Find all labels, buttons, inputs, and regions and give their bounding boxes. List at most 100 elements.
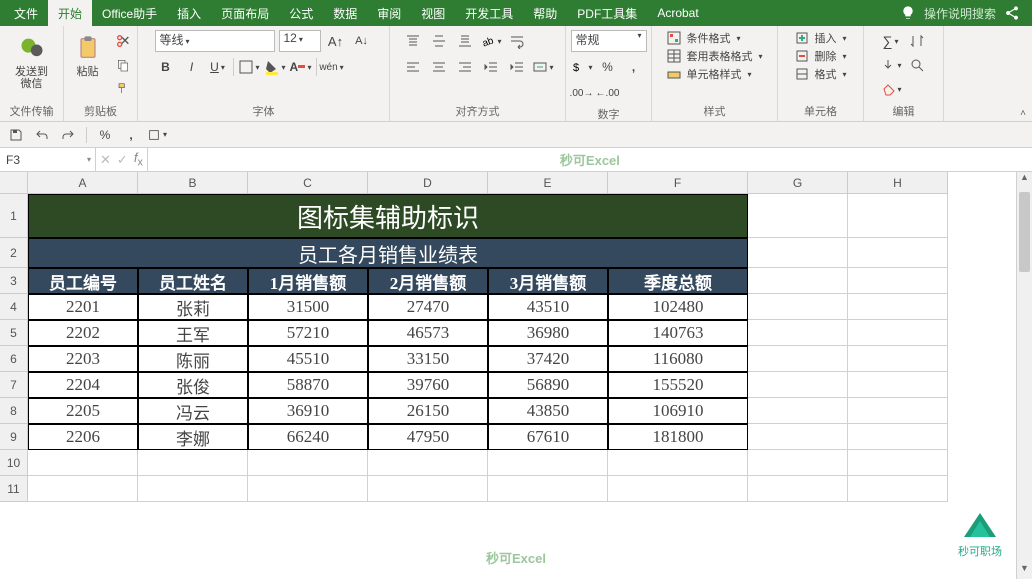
data-r5-c5[interactable]: 106910 — [608, 398, 748, 424]
data-r5-c0[interactable]: 2205 — [28, 398, 138, 424]
cell-F10[interactable] — [608, 450, 748, 476]
data-r1-c0[interactable]: 2201 — [28, 294, 138, 320]
scroll-up-icon[interactable]: ▲ — [1017, 172, 1032, 188]
menu-tab-7[interactable]: 审阅 — [367, 0, 411, 26]
row-header-9[interactable]: 9 — [0, 424, 28, 450]
data-r3-c5[interactable]: 116080 — [608, 346, 748, 372]
data-r5-c2[interactable]: 36910 — [248, 398, 368, 424]
data-r2-c3[interactable]: 46573 — [368, 320, 488, 346]
col-header-F[interactable]: F — [608, 172, 748, 194]
header-5[interactable]: 季度总额 — [608, 268, 748, 294]
enter-formula-icon[interactable]: ✓ — [117, 152, 128, 168]
data-r2-c5[interactable]: 140763 — [608, 320, 748, 346]
col-header-B[interactable]: B — [138, 172, 248, 194]
data-r6-c4[interactable]: 67610 — [488, 424, 608, 450]
menu-tab-12[interactable]: Acrobat — [647, 0, 708, 26]
align-middle-icon[interactable] — [428, 30, 450, 52]
cell-G9[interactable] — [748, 424, 848, 450]
menu-tab-6[interactable]: 数据 — [323, 0, 367, 26]
wrap-text-button[interactable] — [506, 30, 528, 52]
align-left-icon[interactable] — [402, 56, 424, 78]
cell-H2[interactable] — [848, 238, 948, 268]
share-icon[interactable] — [1004, 5, 1020, 21]
data-r1-c2[interactable]: 31500 — [248, 294, 368, 320]
undo-icon[interactable] — [32, 125, 52, 145]
data-r4-c5[interactable]: 155520 — [608, 372, 748, 398]
underline-button[interactable]: U▾ — [207, 56, 229, 78]
cell-H4[interactable] — [848, 294, 948, 320]
cell-E11[interactable] — [488, 476, 608, 502]
cell-H3[interactable] — [848, 268, 948, 294]
qat-comma-icon[interactable]: , — [121, 125, 141, 145]
cell-H8[interactable] — [848, 398, 948, 424]
row-header-7[interactable]: 7 — [0, 372, 28, 398]
fill-color-button[interactable]: ▾ — [264, 56, 286, 78]
percent-button[interactable]: % — [597, 56, 619, 78]
align-top-icon[interactable] — [402, 30, 424, 52]
cell-G11[interactable] — [748, 476, 848, 502]
cell-D11[interactable] — [368, 476, 488, 502]
redo-icon[interactable] — [58, 125, 78, 145]
cell-H1[interactable] — [848, 194, 948, 238]
row-header-10[interactable]: 10 — [0, 450, 28, 476]
row-header-3[interactable]: 3 — [0, 268, 28, 294]
data-r4-c1[interactable]: 张俊 — [138, 372, 248, 398]
data-r6-c1[interactable]: 李娜 — [138, 424, 248, 450]
scroll-thumb[interactable] — [1019, 192, 1030, 272]
conditional-format-button[interactable]: 条件格式▾ — [666, 30, 740, 46]
cut-button[interactable] — [112, 30, 134, 52]
row-header-4[interactable]: 4 — [0, 294, 28, 320]
cell-E10[interactable] — [488, 450, 608, 476]
format-as-table-button[interactable]: 套用表格格式▾ — [666, 48, 762, 64]
cell-D10[interactable] — [368, 450, 488, 476]
row-header-2[interactable]: 2 — [0, 238, 28, 268]
cell-G10[interactable] — [748, 450, 848, 476]
data-r6-c3[interactable]: 47950 — [368, 424, 488, 450]
data-r1-c1[interactable]: 张莉 — [138, 294, 248, 320]
name-box[interactable]: F3 ▾ — [0, 148, 96, 171]
font-color-button[interactable]: A▾ — [290, 56, 312, 78]
cell-B11[interactable] — [138, 476, 248, 502]
data-r2-c1[interactable]: 王军 — [138, 320, 248, 346]
find-select-button[interactable] — [906, 54, 928, 76]
clear-button[interactable]: ▾ — [880, 78, 902, 100]
italic-button[interactable]: I — [181, 56, 203, 78]
formula-input[interactable]: 秒可Excel — [148, 148, 1032, 171]
data-r3-c0[interactable]: 2203 — [28, 346, 138, 372]
menu-tab-3[interactable]: 插入 — [167, 0, 211, 26]
col-header-A[interactable]: A — [28, 172, 138, 194]
cell-G2[interactable] — [748, 238, 848, 268]
data-r3-c4[interactable]: 37420 — [488, 346, 608, 372]
phonetic-button[interactable]: wén▾ — [321, 56, 343, 78]
paste-button[interactable]: 粘贴 — [68, 30, 108, 80]
align-right-icon[interactable] — [454, 56, 476, 78]
data-r3-c2[interactable]: 45510 — [248, 346, 368, 372]
cell-C11[interactable] — [248, 476, 368, 502]
menu-tab-10[interactable]: 帮助 — [523, 0, 567, 26]
data-r2-c2[interactable]: 57210 — [248, 320, 368, 346]
data-r4-c2[interactable]: 58870 — [248, 372, 368, 398]
header-0[interactable]: 员工编号 — [28, 268, 138, 294]
accounting-format-button[interactable]: $▾ — [571, 56, 593, 78]
copy-button[interactable] — [112, 54, 134, 76]
merge-center-button[interactable]: ▾ — [532, 56, 554, 78]
data-r4-c0[interactable]: 2204 — [28, 372, 138, 398]
menu-tab-9[interactable]: 开发工具 — [455, 0, 523, 26]
row-header-11[interactable]: 11 — [0, 476, 28, 502]
select-all-corner[interactable] — [0, 172, 28, 194]
tell-me-search[interactable]: 操作说明搜索 — [924, 5, 996, 22]
row-header-1[interactable]: 1 — [0, 194, 28, 238]
data-r6-c0[interactable]: 2206 — [28, 424, 138, 450]
col-header-E[interactable]: E — [488, 172, 608, 194]
decrease-font-icon[interactable]: A↓ — [351, 30, 373, 52]
save-icon[interactable] — [6, 125, 26, 145]
row-header-5[interactable]: 5 — [0, 320, 28, 346]
increase-decimal-button[interactable]: .00→ — [571, 82, 593, 104]
col-header-C[interactable]: C — [248, 172, 368, 194]
data-r6-c2[interactable]: 66240 — [248, 424, 368, 450]
vertical-scrollbar[interactable]: ▲ ▼ — [1016, 172, 1032, 579]
data-r4-c4[interactable]: 56890 — [488, 372, 608, 398]
align-bottom-icon[interactable] — [454, 30, 476, 52]
menu-tab-8[interactable]: 视图 — [411, 0, 455, 26]
cell-H11[interactable] — [848, 476, 948, 502]
